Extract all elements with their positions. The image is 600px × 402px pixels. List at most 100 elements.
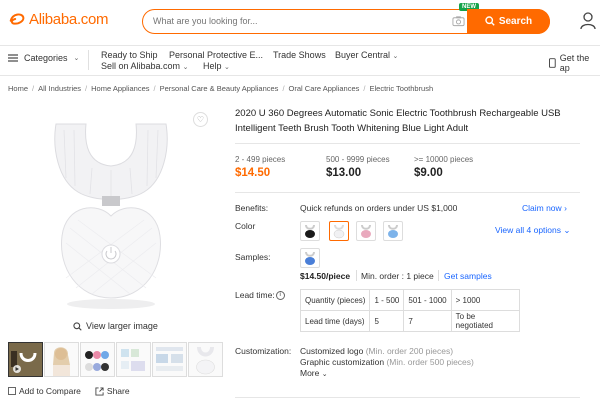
table-cell: Lead time (days): [299, 310, 371, 332]
breadcrumb-electric-toothbrush[interactable]: Electric Toothbrush: [370, 84, 434, 93]
breadcrumb-oral-care[interactable]: Oral Care Appliances: [289, 84, 360, 93]
title-divider: [235, 143, 580, 144]
nav-ready-to-ship[interactable]: Ready to Ship: [101, 50, 158, 60]
tier-2-quantity: 500 - 9999 pieces: [326, 155, 390, 164]
get-samples-link[interactable]: Get samples: [444, 271, 492, 281]
thumbnail-video[interactable]: [8, 342, 43, 377]
table-row: Lead time (days) 5 7 To be negotiated: [299, 310, 520, 332]
custom-logo-text: Customized logo: [300, 346, 364, 356]
toothbrush-white-thumb: [333, 224, 345, 239]
table-cell: > 1000: [450, 289, 520, 311]
view-larger-image-link[interactable]: View larger image: [73, 321, 158, 331]
lead-time-label: Lead time:: [235, 290, 275, 300]
lead-time-label-group: Lead time: i: [235, 290, 285, 300]
camera-icon[interactable]: [452, 15, 465, 27]
logo-text: Alibaba.com: [29, 10, 109, 28]
nav-buyer-central[interactable]: Buyer Central ⌄: [335, 50, 398, 60]
product-main-image[interactable]: [8, 108, 214, 314]
thumbnail-colors-image: [85, 351, 109, 371]
thumbnail-4[interactable]: [116, 342, 151, 377]
add-to-compare[interactable]: Add to Compare: [8, 386, 81, 396]
nav-trade-shows[interactable]: Trade Shows: [273, 50, 326, 60]
breadcrumb-home-appliances[interactable]: Home Appliances: [91, 84, 149, 93]
graphic-custom-min: (Min. order 500 pieces): [386, 357, 474, 367]
phone-icon: [549, 58, 556, 68]
tier-2-price: $13.00: [326, 167, 362, 179]
table-cell: 501 - 1000: [403, 289, 452, 311]
tier-1-price: $14.50: [235, 167, 271, 179]
color-swatch-black[interactable]: [300, 221, 320, 241]
breadcrumb-all-industries[interactable]: All Industries: [38, 84, 81, 93]
tier-1-quantity: 2 - 499 pieces: [235, 155, 286, 164]
table-cell: 7: [403, 310, 452, 332]
breadcrumb: Home / All Industries / Home Appliances / P…: [8, 84, 434, 93]
header-divider: [0, 45, 600, 46]
share-icon: [95, 386, 104, 396]
color-swatch-white[interactable]: [329, 221, 349, 241]
chevron-down-icon: ⌄: [321, 371, 328, 378]
view-larger-label: View larger image: [86, 321, 158, 331]
breadcrumb-home[interactable]: Home: [8, 84, 28, 93]
thumbnail-strip: [8, 342, 223, 377]
thumbnail-product-image: [196, 346, 215, 375]
compare-checkbox[interactable]: [8, 387, 16, 395]
table-cell: To be negotiated: [450, 310, 520, 332]
color-swatch-pink[interactable]: [356, 221, 376, 241]
color-swatch-blue[interactable]: [383, 221, 403, 241]
alibaba-logo-icon: [9, 13, 25, 25]
categories-menu[interactable]: Categories ⌄: [8, 53, 79, 63]
more-link[interactable]: More ⌄: [300, 368, 328, 378]
nav-divider: [0, 75, 600, 76]
chevron-down-icon: ⌄: [182, 64, 189, 71]
nav-help[interactable]: Help ⌄: [203, 61, 230, 71]
lead-time-table: Quantity (pieces) 1 - 500 501 - 1000 > 1…: [299, 289, 520, 332]
user-icon[interactable]: [580, 12, 596, 30]
nav-vertical-divider: [88, 50, 89, 70]
chevron-right-icon: ›: [564, 203, 567, 213]
thumbnail-6[interactable]: [188, 342, 223, 377]
search-input[interactable]: [153, 16, 433, 26]
price-divider: [235, 192, 580, 193]
tier-3-price: $9.00: [414, 167, 443, 179]
table-row: Quantity (pieces) 1 - 500 501 - 1000 > 1…: [299, 289, 520, 311]
search-icon: [485, 16, 495, 26]
alibaba-logo[interactable]: Alibaba.com: [8, 10, 109, 28]
zoom-icon: [73, 321, 82, 331]
bottom-divider: [235, 397, 580, 398]
sample-thumbnail[interactable]: [300, 248, 320, 268]
custom-logo-option: Customized logo (Min. order 200 pieces): [300, 346, 453, 356]
chevron-down-icon: ⌄: [224, 64, 230, 71]
benefits-text: Quick refunds on orders under US $1,000: [300, 203, 458, 213]
sample-divider: [356, 270, 357, 281]
favorite-button[interactable]: ♡: [193, 112, 208, 127]
toothbrush-pink-thumb: [361, 224, 371, 238]
thumbnail-5[interactable]: [152, 342, 187, 377]
info-icon[interactable]: i: [275, 290, 285, 300]
nav-personal-protective[interactable]: Personal Protective E...: [169, 50, 263, 60]
tier-3-quantity: >= 10000 pieces: [414, 155, 474, 164]
share-label: Share: [106, 386, 130, 396]
samples-label: Samples:: [235, 252, 271, 262]
view-all-options-link[interactable]: View all 4 options ⌄: [495, 225, 571, 236]
thumbnail-2[interactable]: [44, 342, 79, 377]
graphic-custom-option: Graphic customization (Min. order 500 pi…: [300, 357, 474, 367]
toothbrush-blue-thumb: [388, 224, 398, 238]
thumbnail-3[interactable]: [80, 342, 115, 377]
color-label: Color: [235, 221, 256, 231]
product-title: 2020 U 360 Degrees Automatic Sonic Elect…: [235, 108, 561, 134]
breadcrumb-personal-care[interactable]: Personal Care & Beauty Appliances: [160, 84, 279, 93]
table-cell: 1 - 500: [369, 289, 405, 311]
customization-label: Customization:: [235, 346, 292, 356]
graphic-custom-text: Graphic customization: [300, 357, 385, 367]
categories-label: Categories: [24, 53, 68, 63]
heart-icon: ♡: [196, 115, 205, 124]
claim-now-link[interactable]: Claim now ›: [522, 203, 567, 213]
benefits-label: Benefits:: [235, 203, 269, 213]
get-app-link[interactable]: Get the ap: [549, 53, 600, 73]
custom-logo-min: (Min. order 200 pieces): [365, 346, 454, 356]
add-to-compare-label: Add to Compare: [19, 386, 81, 396]
share-button[interactable]: Share: [95, 386, 130, 396]
toothbrush-black-thumb: [305, 224, 315, 238]
search-button[interactable]: Search: [467, 8, 550, 34]
nav-sell-on-alibaba[interactable]: Sell on Alibaba.com ⌄: [101, 61, 188, 71]
